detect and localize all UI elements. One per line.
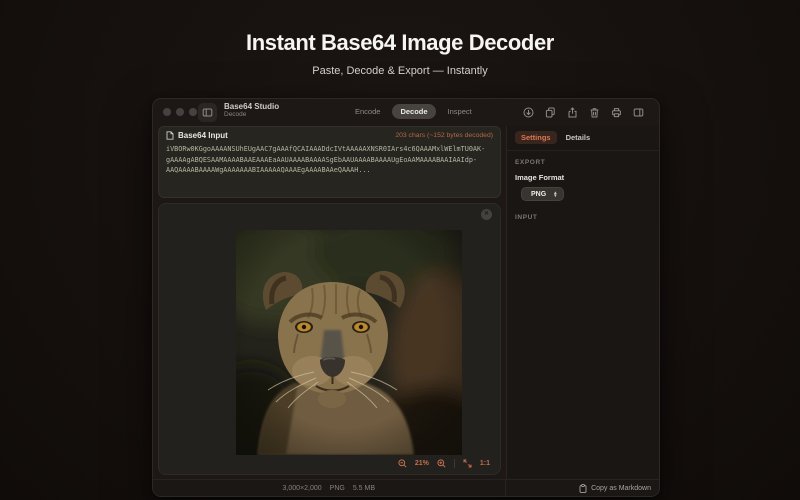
image-file-size: 5.5 MB (352, 484, 376, 492)
image-metadata: 3,000×2,000 PNG 5.5 MB (153, 480, 505, 496)
toggle-left-sidebar-button[interactable] (198, 103, 217, 122)
app-name: Base64 Studio (224, 102, 280, 111)
actual-size-button[interactable]: 1:1 (480, 460, 490, 467)
page-subtitle: Paste, Decode & Export — Instantly (312, 65, 488, 77)
lioness-photo-illustration (200, 212, 494, 474)
mode-segmented-control: Encode Decode Inspect (347, 104, 480, 119)
app-window: Base64 Studio Decode Encode Decode Inspe… (152, 98, 660, 497)
titlebar: Base64 Studio Decode Encode Decode Inspe… (153, 99, 659, 126)
status-bar: 3,000×2,000 PNG 5.5 MB Copy as Markdown (153, 479, 659, 496)
sidebar-body: EXPORT Image Format PNG ▲ ▼ INPUT (507, 151, 659, 229)
fit-to-window-button[interactable] (463, 459, 472, 468)
image-format-label: Image Format (515, 173, 565, 182)
sidebar-tabs: Settings Details (507, 126, 659, 151)
copy-markdown-label: Copy as Markdown (591, 484, 651, 492)
copy-markdown-button[interactable]: Copy as Markdown (504, 480, 659, 496)
input-section-label: INPUT (515, 214, 538, 221)
export-section-label: EXPORT (515, 159, 546, 166)
settings-sidebar: Settings Details EXPORT Image Format PNG… (506, 126, 659, 481)
app-mode-subtitle: Decode (224, 111, 247, 119)
tab-decode[interactable]: Decode (392, 104, 436, 119)
page-title: Instant Base64 Image Decoder (246, 30, 554, 55)
divider (453, 459, 455, 468)
download-button[interactable] (523, 107, 534, 118)
decoded-image (200, 212, 494, 474)
clipboard-icon (579, 483, 587, 493)
hero: Instant Base64 Image Decoder Paste, Deco… (0, 30, 800, 77)
zoom-out-button[interactable] (398, 459, 407, 468)
image-format-value: PNG (531, 190, 547, 198)
char-count-badge: 203 chars (~152 bytes decoded) (395, 132, 493, 139)
clear-image-button[interactable]: ✕ (481, 209, 492, 220)
zoom-controls: 21% 1:1 (398, 459, 490, 468)
toggle-right-sidebar-button[interactable] (633, 107, 644, 118)
image-format: PNG (329, 484, 345, 492)
image-preview-panel[interactable]: ✕ 21% 1:1 (158, 203, 501, 475)
trash-button[interactable] (589, 107, 600, 118)
input-panel-header: Base64 Input 203 chars (~152 bytes decod… (159, 127, 500, 142)
copy-button[interactable] (545, 107, 556, 118)
print-button[interactable] (611, 107, 622, 118)
base64-line: gAAAAgABQESAAMAAAABAAEAAAEaAAUAAAABAAAAS… (166, 155, 477, 164)
tab-settings[interactable]: Settings (515, 131, 557, 144)
toolbar (523, 107, 644, 118)
zoom-level: 21% (414, 460, 429, 467)
base64-text-area[interactable]: iVBORw0KGgoAAAANSUhEUgAAC7gAAAfQCAIAAADd… (159, 142, 500, 178)
zoom-window-button[interactable] (189, 108, 197, 116)
document-icon (166, 131, 174, 140)
minimize-window-button[interactable] (176, 108, 184, 116)
base64-line: AAQAAAABAAAAWgAAAAAAABIAAAAAQAAAEgAAAABA… (166, 166, 371, 174)
base64-line: iVBORw0KGgoAAAANSUhEUgAAC7gAAAfQCAIAAADd… (166, 145, 486, 153)
input-panel-title: Base64 Input (178, 131, 228, 140)
sidebar-toggle-icon (202, 108, 213, 117)
tab-details[interactable]: Details (566, 133, 591, 142)
tab-encode[interactable]: Encode (347, 104, 388, 119)
base64-input-panel: Base64 Input 203 chars (~152 bytes decod… (158, 126, 501, 198)
app-identity: Base64 Studio Decode (224, 102, 279, 119)
image-dimensions: 3,000×2,000 (282, 484, 322, 492)
close-window-button[interactable] (163, 108, 171, 116)
main-content: Base64 Input 203 chars (~152 bytes decod… (153, 126, 506, 481)
tab-inspect[interactable]: Inspect (440, 104, 480, 119)
share-button[interactable] (567, 107, 578, 118)
chevron-up-down-icon: ▲ ▼ (553, 189, 558, 198)
zoom-in-button[interactable] (437, 459, 446, 468)
traffic-lights (163, 108, 197, 116)
image-format-select[interactable]: PNG ▲ ▼ (521, 187, 564, 201)
